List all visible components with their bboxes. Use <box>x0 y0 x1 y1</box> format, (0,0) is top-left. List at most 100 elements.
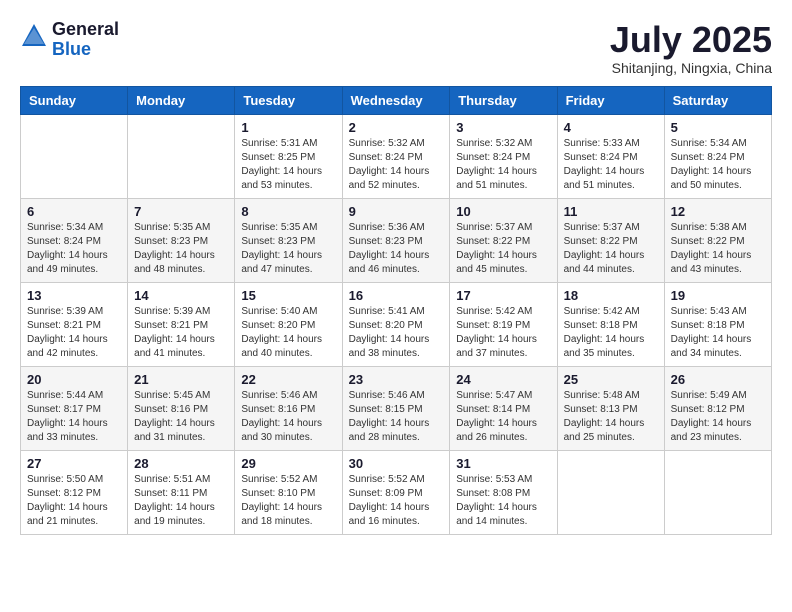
calendar-cell: 27 Sunrise: 5:50 AMSunset: 8:12 PMDayligh… <box>21 450 128 534</box>
day-info: Sunrise: 5:44 AMSunset: 8:17 PMDaylight:… <box>27 389 121 445</box>
calendar-cell <box>128 114 235 198</box>
calendar-week-row: 6 Sunrise: 5:34 AMSunset: 8:24 PMDaylight… <box>21 198 772 282</box>
calendar-header-monday: Monday <box>128 86 235 114</box>
calendar-header-row: SundayMondayTuesdayWednesdayThursdayFrid… <box>21 86 772 114</box>
day-info: Sunrise: 5:41 AMSunset: 8:20 PMDaylight:… <box>349 305 444 361</box>
day-info: Sunrise: 5:42 AMSunset: 8:19 PMDaylight:… <box>456 305 550 361</box>
calendar-cell: 14 Sunrise: 5:39 AMSunset: 8:21 PMDayligh… <box>128 282 235 366</box>
calendar-cell: 2Sunrise: 5:32 AMSunset: 8:24 PMDaylight… <box>342 114 450 198</box>
calendar-cell: 28 Sunrise: 5:51 AMSunset: 8:11 PMDayligh… <box>128 450 235 534</box>
day-number: 27 <box>27 456 121 471</box>
day-number: 15 <box>241 288 335 303</box>
day-number: 11 <box>564 204 658 219</box>
day-info: Sunrise: 5:39 AMSunset: 8:21 PMDaylight:… <box>134 305 228 361</box>
day-number: 16 <box>349 288 444 303</box>
calendar-cell: 1 Sunrise: 5:31 AMSunset: 8:25 PMDaylight… <box>235 114 342 198</box>
calendar-cell: 30 Sunrise: 5:52 AMSunset: 8:09 PMDayligh… <box>342 450 450 534</box>
calendar-header-friday: Friday <box>557 86 664 114</box>
calendar-cell: 9 Sunrise: 5:36 AMSunset: 8:23 PMDaylight… <box>342 198 450 282</box>
day-number: 19 <box>671 288 765 303</box>
calendar-week-row: 1 Sunrise: 5:31 AMSunset: 8:25 PMDaylight… <box>21 114 772 198</box>
calendar-cell: 19Sunrise: 5:43 AMSunset: 8:18 PMDayligh… <box>664 282 771 366</box>
day-info: Sunrise: 5:36 AMSunset: 8:23 PMDaylight:… <box>349 221 444 277</box>
calendar-header-sunday: Sunday <box>21 86 128 114</box>
month-title: July 2025 <box>610 20 772 60</box>
calendar-week-row: 20 Sunrise: 5:44 AMSunset: 8:17 PMDayligh… <box>21 366 772 450</box>
calendar-cell: 26 Sunrise: 5:49 AMSunset: 8:12 PMDayligh… <box>664 366 771 450</box>
day-number: 21 <box>134 372 228 387</box>
day-info: Sunrise: 5:37 AMSunset: 8:22 PMDaylight:… <box>456 221 550 277</box>
day-info: Sunrise: 5:48 AMSunset: 8:13 PMDaylight:… <box>564 389 658 445</box>
calendar-cell: 24 Sunrise: 5:47 AMSunset: 8:14 PMDayligh… <box>450 366 557 450</box>
day-number: 25 <box>564 372 658 387</box>
day-number: 22 <box>241 372 335 387</box>
day-info: Sunrise: 5:50 AMSunset: 8:12 PMDaylight:… <box>27 473 121 529</box>
day-info: Sunrise: 5:37 AMSunset: 8:22 PMDaylight:… <box>564 221 658 277</box>
calendar-header-thursday: Thursday <box>450 86 557 114</box>
day-info: Sunrise: 5:32 AMSunset: 8:24 PMDaylight:… <box>456 137 550 193</box>
calendar-cell: 18 Sunrise: 5:42 AMSunset: 8:18 PMDayligh… <box>557 282 664 366</box>
day-info: Sunrise: 5:31 AMSunset: 8:25 PMDaylight:… <box>241 137 335 193</box>
day-number: 20 <box>27 372 121 387</box>
logo-icon <box>20 22 48 50</box>
day-info: Sunrise: 5:34 AMSunset: 8:24 PMDaylight:… <box>27 221 121 277</box>
day-info: Sunrise: 5:39 AMSunset: 8:21 PMDaylight:… <box>27 305 121 361</box>
calendar-week-row: 13 Sunrise: 5:39 AMSunset: 8:21 PMDayligh… <box>21 282 772 366</box>
calendar-cell: 5Sunrise: 5:34 AMSunset: 8:24 PMDaylight… <box>664 114 771 198</box>
day-info: Sunrise: 5:47 AMSunset: 8:14 PMDaylight:… <box>456 389 550 445</box>
calendar-cell: 21Sunrise: 5:45 AMSunset: 8:16 PMDayligh… <box>128 366 235 450</box>
page-header: General Blue July 2025 Shitanjing, Ningx… <box>20 20 772 76</box>
day-info: Sunrise: 5:52 AMSunset: 8:10 PMDaylight:… <box>241 473 335 529</box>
calendar-table: SundayMondayTuesdayWednesdayThursdayFrid… <box>20 86 772 535</box>
day-info: Sunrise: 5:46 AMSunset: 8:15 PMDaylight:… <box>349 389 444 445</box>
calendar-header-saturday: Saturday <box>664 86 771 114</box>
calendar-cell <box>557 450 664 534</box>
day-number: 3 <box>456 120 550 135</box>
day-number: 31 <box>456 456 550 471</box>
calendar-cell: 12 Sunrise: 5:38 AMSunset: 8:22 PMDayligh… <box>664 198 771 282</box>
day-info: Sunrise: 5:38 AMSunset: 8:22 PMDaylight:… <box>671 221 765 277</box>
day-number: 12 <box>671 204 765 219</box>
calendar-header-wednesday: Wednesday <box>342 86 450 114</box>
day-info: Sunrise: 5:34 AMSunset: 8:24 PMDaylight:… <box>671 137 765 193</box>
day-info: Sunrise: 5:49 AMSunset: 8:12 PMDaylight:… <box>671 389 765 445</box>
day-number: 13 <box>27 288 121 303</box>
logo-blue-text: Blue <box>52 40 119 60</box>
day-number: 18 <box>564 288 658 303</box>
day-info: Sunrise: 5:46 AMSunset: 8:16 PMDaylight:… <box>241 389 335 445</box>
day-number: 7 <box>134 204 228 219</box>
calendar-cell: 16 Sunrise: 5:41 AMSunset: 8:20 PMDayligh… <box>342 282 450 366</box>
day-number: 24 <box>456 372 550 387</box>
day-info: Sunrise: 5:42 AMSunset: 8:18 PMDaylight:… <box>564 305 658 361</box>
calendar-cell: 31 Sunrise: 5:53 AMSunset: 8:08 PMDayligh… <box>450 450 557 534</box>
day-number: 17 <box>456 288 550 303</box>
calendar-cell: 13 Sunrise: 5:39 AMSunset: 8:21 PMDayligh… <box>21 282 128 366</box>
calendar-cell: 7 Sunrise: 5:35 AMSunset: 8:23 PMDaylight… <box>128 198 235 282</box>
calendar-cell <box>664 450 771 534</box>
day-number: 26 <box>671 372 765 387</box>
calendar-cell: 25 Sunrise: 5:48 AMSunset: 8:13 PMDayligh… <box>557 366 664 450</box>
calendar-cell: 15 Sunrise: 5:40 AMSunset: 8:20 PMDayligh… <box>235 282 342 366</box>
day-number: 6 <box>27 204 121 219</box>
calendar-cell <box>21 114 128 198</box>
day-number: 14 <box>134 288 228 303</box>
day-number: 30 <box>349 456 444 471</box>
day-info: Sunrise: 5:35 AMSunset: 8:23 PMDaylight:… <box>241 221 335 277</box>
day-number: 10 <box>456 204 550 219</box>
logo: General Blue <box>20 20 119 60</box>
day-number: 4 <box>564 120 658 135</box>
day-info: Sunrise: 5:51 AMSunset: 8:11 PMDaylight:… <box>134 473 228 529</box>
calendar-cell: 10 Sunrise: 5:37 AMSunset: 8:22 PMDayligh… <box>450 198 557 282</box>
day-number: 9 <box>349 204 444 219</box>
calendar-cell: 17 Sunrise: 5:42 AMSunset: 8:19 PMDayligh… <box>450 282 557 366</box>
day-info: Sunrise: 5:53 AMSunset: 8:08 PMDaylight:… <box>456 473 550 529</box>
day-number: 29 <box>241 456 335 471</box>
day-info: Sunrise: 5:40 AMSunset: 8:20 PMDaylight:… <box>241 305 335 361</box>
calendar-cell: 8Sunrise: 5:35 AMSunset: 8:23 PMDaylight… <box>235 198 342 282</box>
day-info: Sunrise: 5:52 AMSunset: 8:09 PMDaylight:… <box>349 473 444 529</box>
day-number: 1 <box>241 120 335 135</box>
calendar-cell: 22 Sunrise: 5:46 AMSunset: 8:16 PMDayligh… <box>235 366 342 450</box>
day-number: 28 <box>134 456 228 471</box>
calendar-week-row: 27 Sunrise: 5:50 AMSunset: 8:12 PMDayligh… <box>21 450 772 534</box>
day-info: Sunrise: 5:35 AMSunset: 8:23 PMDaylight:… <box>134 221 228 277</box>
